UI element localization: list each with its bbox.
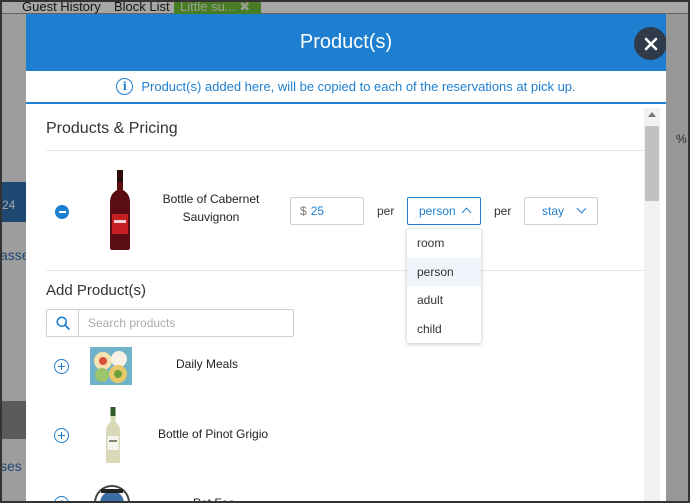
add-product-button[interactable] bbox=[54, 359, 69, 374]
pinot-grigio-bottle-image bbox=[106, 407, 120, 463]
info-banner: i Product(s) added here, will be copied … bbox=[26, 71, 666, 104]
section-title-add: Add Product(s) bbox=[46, 282, 147, 299]
dropdown-option-adult[interactable]: adult bbox=[407, 286, 481, 315]
period-select[interactable]: stay bbox=[524, 197, 598, 225]
info-text: Product(s) added here, will be copied to… bbox=[141, 79, 576, 94]
price-input[interactable]: $25 bbox=[290, 197, 364, 225]
search-button[interactable] bbox=[47, 310, 79, 336]
product-name: Pet Fee bbox=[193, 496, 236, 503]
unit-dropdown-menu: room person adult child bbox=[407, 229, 481, 343]
daily-meals-image bbox=[90, 347, 132, 385]
per-label-2: per bbox=[494, 204, 512, 218]
add-product-button[interactable] bbox=[54, 428, 69, 443]
modal-title: Product(s) bbox=[299, 31, 393, 53]
section-title-pricing: Products & Pricing bbox=[46, 120, 178, 137]
modal-header: Product(s) bbox=[26, 14, 666, 71]
price-value: 25 bbox=[310, 204, 325, 218]
search-box bbox=[46, 309, 294, 337]
close-icon bbox=[644, 37, 657, 50]
product-name: Bottle of Pinot Grigio bbox=[158, 427, 269, 441]
unit-select-value: person bbox=[419, 204, 456, 218]
scrollbar-thumb[interactable] bbox=[645, 126, 659, 201]
per-label-1: per bbox=[377, 204, 395, 218]
info-icon: i bbox=[116, 78, 134, 95]
products-modal: Product(s) i Product(s) added here, will… bbox=[26, 14, 666, 503]
remove-product-button[interactable] bbox=[55, 205, 69, 219]
close-button[interactable] bbox=[634, 27, 666, 60]
divider bbox=[46, 270, 644, 271]
divider bbox=[46, 150, 644, 151]
search-input[interactable] bbox=[80, 310, 293, 336]
period-select-value: stay bbox=[542, 204, 565, 218]
modal-body bbox=[26, 106, 666, 503]
scrollbar[interactable] bbox=[644, 108, 660, 503]
selected-product-name: Bottle of Cabernet Sauvignon bbox=[156, 190, 266, 226]
unit-select[interactable]: person bbox=[407, 197, 481, 225]
pet-fee-image bbox=[94, 485, 130, 503]
selected-product-name-line2: Sauvignon bbox=[182, 210, 240, 224]
scroll-up-arrow-icon[interactable] bbox=[648, 112, 656, 117]
dropdown-option-child[interactable]: child bbox=[407, 315, 481, 344]
currency-symbol: $ bbox=[300, 204, 307, 218]
selected-product-name-line1: Bottle of Cabernet bbox=[162, 192, 260, 206]
chevron-down-icon bbox=[576, 203, 587, 214]
cabernet-bottle-image bbox=[110, 170, 130, 250]
product-name: Daily Meals bbox=[176, 357, 239, 371]
dropdown-option-room[interactable]: room bbox=[407, 229, 481, 258]
dropdown-option-person[interactable]: person bbox=[407, 257, 481, 286]
chevron-up-icon bbox=[461, 207, 472, 218]
search-icon bbox=[56, 316, 70, 330]
